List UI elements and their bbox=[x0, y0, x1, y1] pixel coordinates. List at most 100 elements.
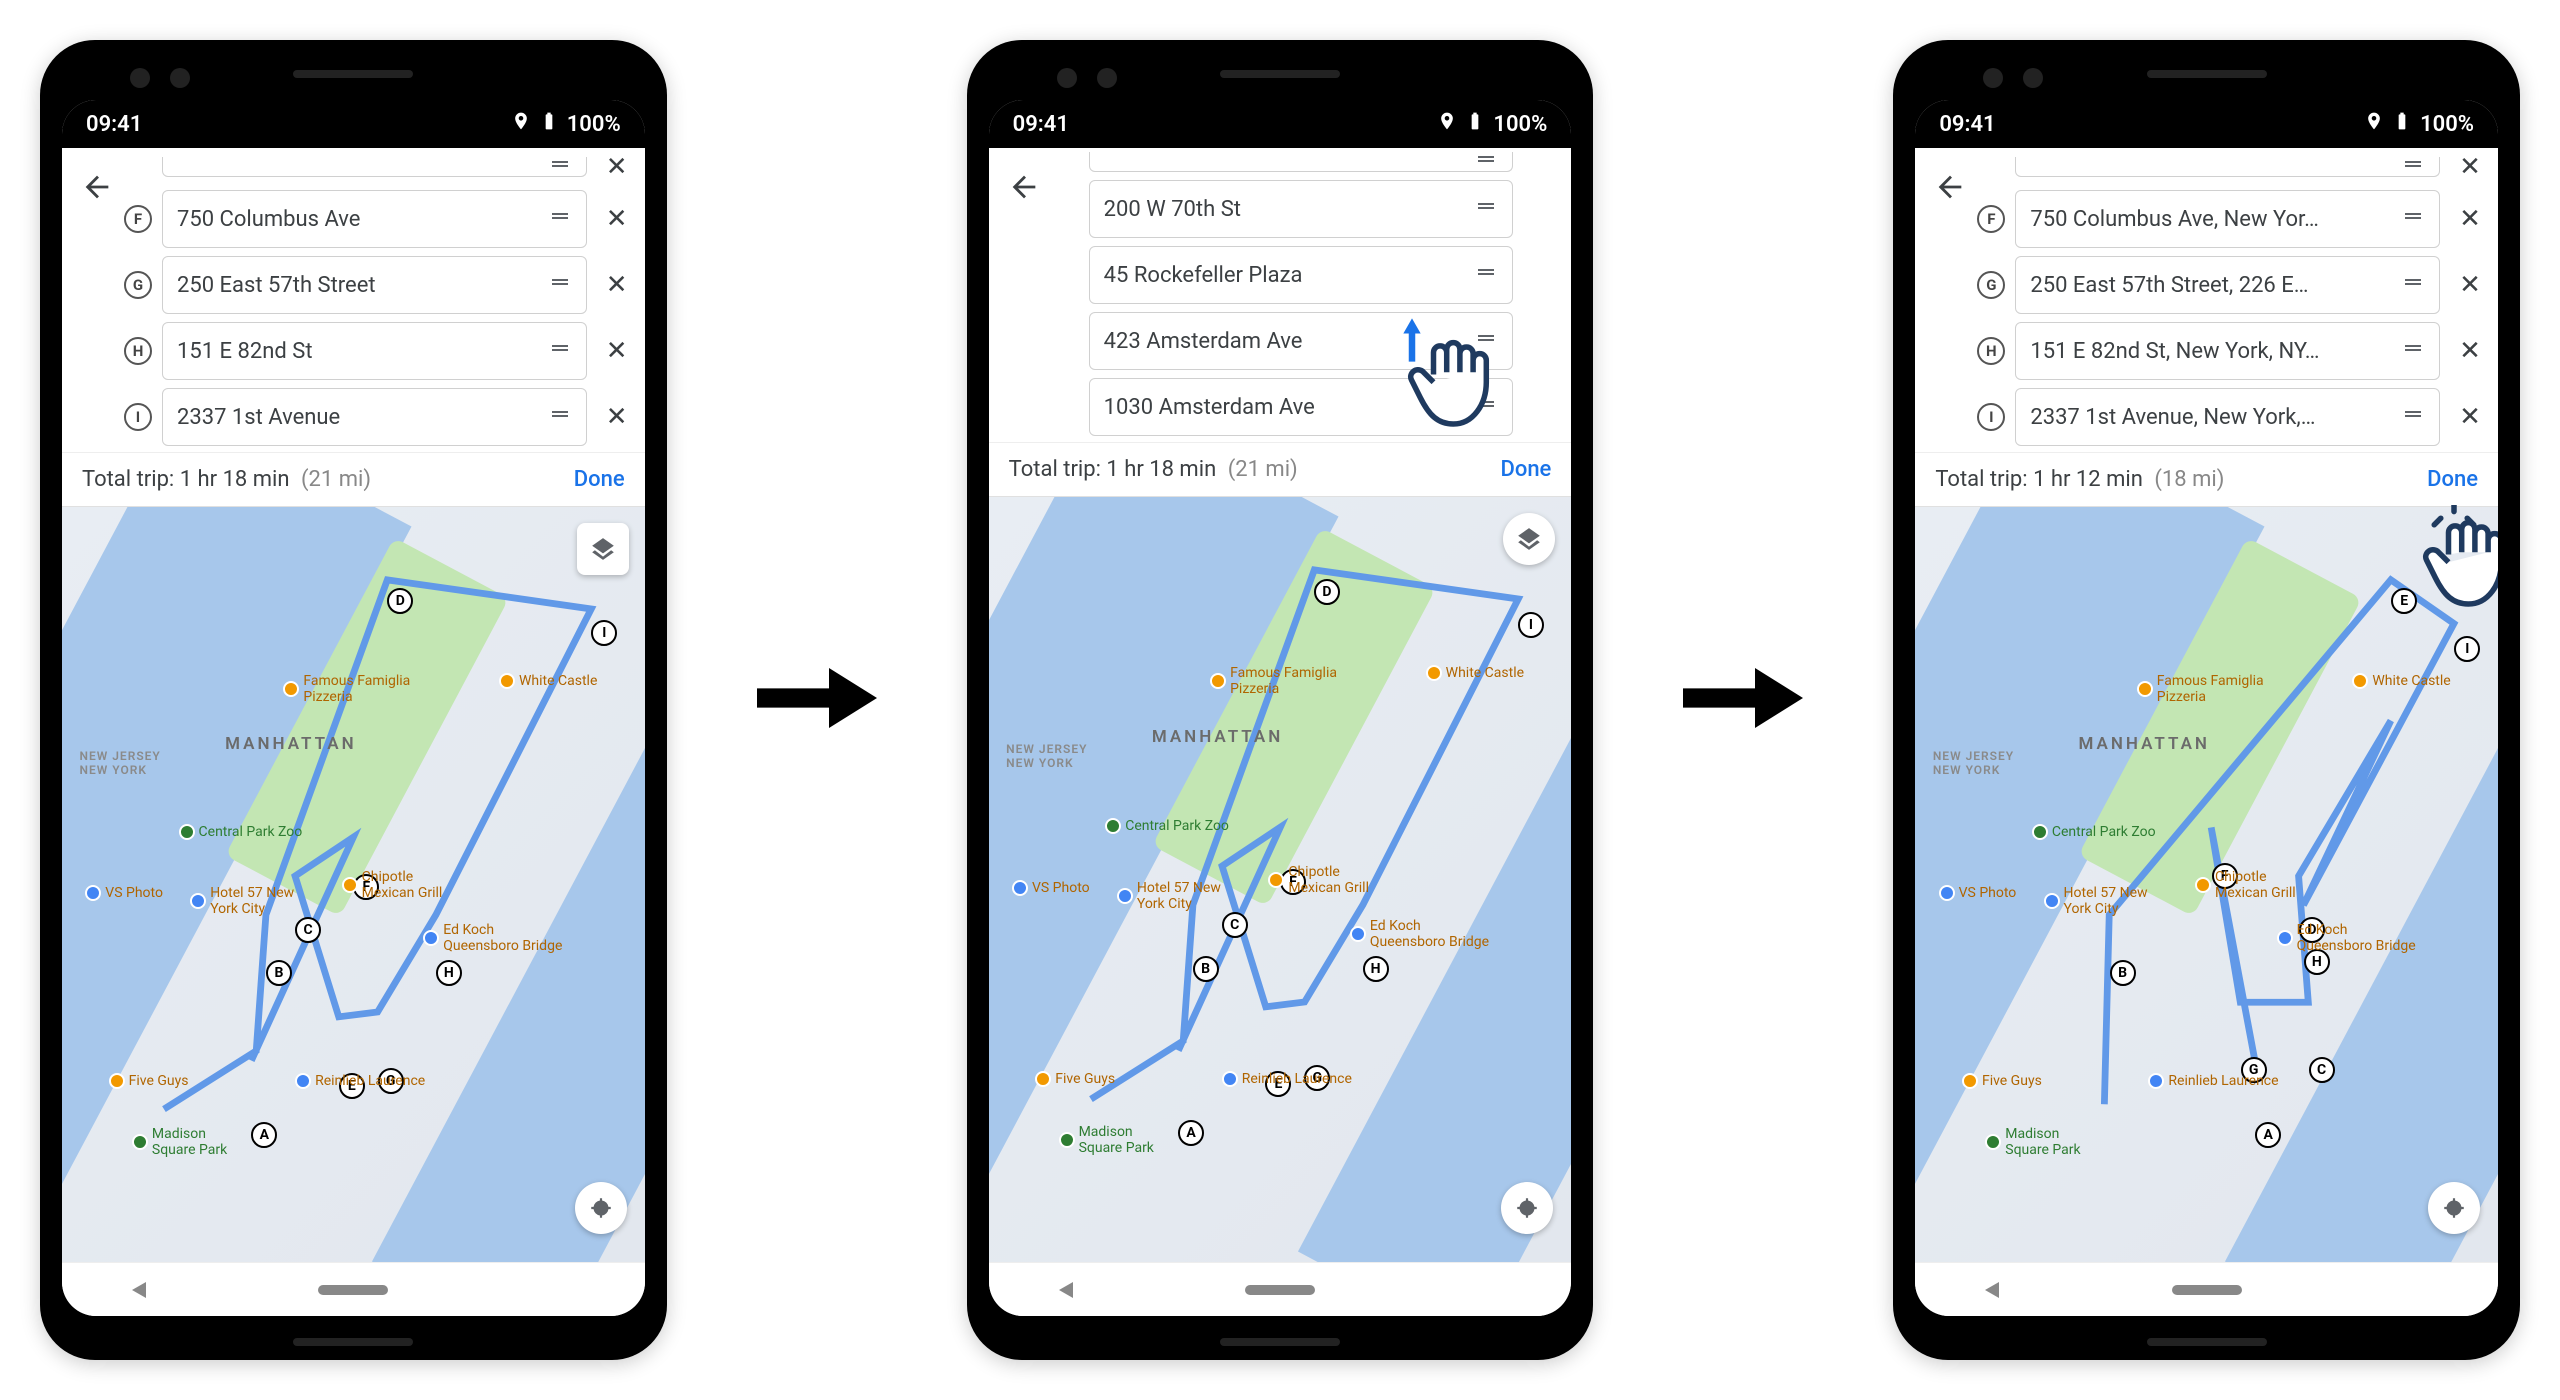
poi-fiveguys[interactable]: Five Guys bbox=[1962, 1073, 2042, 1089]
my-location-button[interactable] bbox=[575, 1182, 627, 1234]
back-icon[interactable] bbox=[80, 170, 114, 208]
map-pin-H[interactable]: H bbox=[436, 960, 462, 986]
remove-stop-icon[interactable]: ✕ bbox=[2450, 152, 2490, 182]
remove-stop-icon[interactable]: ✕ bbox=[597, 336, 637, 366]
poi-edkoch[interactable]: Ed Koch Queensboro Bridge bbox=[2277, 922, 2416, 954]
nav-back-icon[interactable] bbox=[1985, 1282, 1999, 1298]
stop-input[interactable]: 2337 1st Avenue bbox=[162, 388, 587, 446]
poi-chipotle[interactable]: Chipotle Mexican Grill bbox=[342, 869, 443, 901]
drag-handle-icon[interactable] bbox=[2401, 157, 2425, 177]
nav-back-icon[interactable] bbox=[132, 1282, 146, 1298]
stop-input[interactable] bbox=[162, 157, 587, 177]
poi-reinlieb[interactable]: Reinlieb Laurence bbox=[1222, 1071, 1352, 1087]
poi-cpzoo[interactable]: Central Park Zoo bbox=[179, 824, 303, 840]
my-location-button[interactable] bbox=[2428, 1182, 2480, 1234]
map-pin-H[interactable]: H bbox=[1363, 956, 1389, 982]
my-location-button[interactable] bbox=[1501, 1182, 1553, 1234]
stop-input[interactable]: 2337 1st Avenue, New York,… bbox=[2015, 388, 2440, 446]
drag-handle-icon[interactable] bbox=[2401, 204, 2425, 234]
poi-famous[interactable]: Famous Famiglia Pizzeria bbox=[283, 673, 410, 705]
nav-home-icon[interactable] bbox=[2172, 1285, 2242, 1295]
done-button[interactable]: Done bbox=[2427, 467, 2478, 492]
stop-input[interactable]: 250 East 57th Street, 226 E… bbox=[2015, 256, 2440, 314]
drag-handle-icon[interactable] bbox=[1474, 194, 1498, 224]
stop-input[interactable] bbox=[1089, 152, 1514, 172]
drag-handle-icon[interactable] bbox=[2401, 402, 2425, 432]
poi-madison[interactable]: Madison Square Park bbox=[1985, 1126, 2080, 1158]
drag-handle-icon[interactable] bbox=[1474, 392, 1498, 422]
remove-stop-icon[interactable]: ✕ bbox=[2450, 402, 2490, 432]
poi-hotel57[interactable]: Hotel 57 New York City bbox=[1117, 880, 1221, 912]
drag-handle-icon[interactable] bbox=[1474, 152, 1498, 172]
remove-stop-icon[interactable]: ✕ bbox=[597, 270, 637, 300]
drag-handle-icon[interactable] bbox=[548, 157, 572, 177]
poi-chipotle[interactable]: Chipotle Mexican Grill bbox=[2195, 869, 2296, 901]
poi-chipotle[interactable]: Chipotle Mexican Grill bbox=[1268, 864, 1369, 896]
stop-input[interactable]: 250 East 57th Street bbox=[162, 256, 587, 314]
poi-reinlieb[interactable]: Reinlieb Laurence bbox=[2148, 1073, 2278, 1089]
remove-stop-icon[interactable]: ✕ bbox=[597, 152, 637, 182]
remove-stop-icon[interactable]: ✕ bbox=[597, 402, 637, 432]
map-view[interactable]: ABCDEFGHIFamous Famiglia PizzeriaWhite C… bbox=[1915, 507, 2498, 1262]
map-pin-E[interactable]: E bbox=[2391, 588, 2417, 614]
nav-home-icon[interactable] bbox=[1245, 1285, 1315, 1295]
stop-input[interactable]: 151 E 82nd St, New York, NY… bbox=[2015, 322, 2440, 380]
stop-input[interactable]: 200 W 70th St bbox=[1089, 180, 1514, 238]
poi-vsphoto[interactable]: VS Photo bbox=[1939, 885, 2017, 901]
poi-fiveguys[interactable]: Five Guys bbox=[109, 1073, 189, 1089]
back-icon[interactable] bbox=[1933, 170, 1967, 208]
remove-stop-icon[interactable]: ✕ bbox=[597, 204, 637, 234]
map-view[interactable]: ABCDEFGHIFamous Famiglia PizzeriaWhite C… bbox=[62, 507, 645, 1262]
drag-handle-icon[interactable] bbox=[2401, 336, 2425, 366]
poi-madison[interactable]: Madison Square Park bbox=[1059, 1124, 1154, 1156]
drag-handle-icon[interactable] bbox=[1474, 260, 1498, 290]
nav-back-icon[interactable] bbox=[1059, 1282, 1073, 1298]
poi-edkoch[interactable]: Ed Koch Queensboro Bridge bbox=[1350, 918, 1489, 950]
stop-input[interactable] bbox=[2015, 157, 2440, 177]
done-button[interactable]: Done bbox=[1500, 457, 1551, 482]
remove-stop-icon[interactable]: ✕ bbox=[2450, 270, 2490, 300]
poi-cpzoo[interactable]: Central Park Zoo bbox=[1105, 818, 1229, 834]
drag-handle-icon[interactable] bbox=[1474, 326, 1498, 356]
drag-handle-icon[interactable] bbox=[548, 270, 572, 300]
poi-famous[interactable]: Famous Famiglia Pizzeria bbox=[1210, 665, 1337, 697]
stop-input[interactable]: 423 Amsterdam Ave bbox=[1089, 312, 1514, 370]
poi-vsphoto[interactable]: VS Photo bbox=[85, 885, 163, 901]
drag-handle-icon[interactable] bbox=[548, 204, 572, 234]
map-pin-C[interactable]: C bbox=[2309, 1057, 2335, 1083]
map-pin-C[interactable]: C bbox=[295, 917, 321, 943]
poi-reinlieb[interactable]: Reinlieb Laurence bbox=[295, 1073, 425, 1089]
stop-input[interactable]: 750 Columbus Ave bbox=[162, 190, 587, 248]
poi-hotel57[interactable]: Hotel 57 New York City bbox=[190, 885, 294, 917]
map-pin-D[interactable]: D bbox=[1314, 579, 1340, 605]
poi-famous[interactable]: Famous Famiglia Pizzeria bbox=[2137, 673, 2264, 705]
map-pin-B[interactable]: B bbox=[266, 960, 292, 986]
poi-cpzoo[interactable]: Central Park Zoo bbox=[2032, 824, 2156, 840]
poi-fiveguys[interactable]: Five Guys bbox=[1035, 1071, 1115, 1087]
remove-stop-icon[interactable]: ✕ bbox=[2450, 204, 2490, 234]
poi-edkoch[interactable]: Ed Koch Queensboro Bridge bbox=[423, 922, 562, 954]
poi-hotel57[interactable]: Hotel 57 New York City bbox=[2044, 885, 2148, 917]
stop-input[interactable]: 45 Rockefeller Plaza bbox=[1089, 246, 1514, 304]
poi-whitecastle[interactable]: White Castle bbox=[499, 673, 597, 689]
map-pin-B[interactable]: B bbox=[1193, 956, 1219, 982]
drag-handle-icon[interactable] bbox=[548, 336, 572, 366]
stop-input[interactable]: 151 E 82nd St bbox=[162, 322, 587, 380]
map-view[interactable]: ABCDEFGHIFamous Famiglia PizzeriaWhite C… bbox=[989, 497, 1572, 1262]
map-pin-I[interactable]: I bbox=[1518, 612, 1544, 638]
map-pin-A[interactable]: A bbox=[251, 1122, 277, 1148]
remove-stop-icon[interactable]: ✕ bbox=[2450, 336, 2490, 366]
stop-input[interactable]: 1030 Amsterdam Ave bbox=[1089, 378, 1514, 436]
back-icon[interactable] bbox=[1007, 170, 1041, 208]
map-pin-A[interactable]: A bbox=[1178, 1120, 1204, 1146]
drag-handle-icon[interactable] bbox=[2401, 270, 2425, 300]
poi-madison[interactable]: Madison Square Park bbox=[132, 1126, 227, 1158]
map-pin-C[interactable]: C bbox=[1222, 912, 1248, 938]
nav-home-icon[interactable] bbox=[318, 1285, 388, 1295]
poi-whitecastle[interactable]: White Castle bbox=[2352, 673, 2450, 689]
drag-handle-icon[interactable] bbox=[548, 402, 572, 432]
map-pin-B[interactable]: B bbox=[2110, 960, 2136, 986]
done-button[interactable]: Done bbox=[574, 467, 625, 492]
map-pin-A[interactable]: A bbox=[2255, 1122, 2281, 1148]
stop-input[interactable]: 750 Columbus Ave, New Yor… bbox=[2015, 190, 2440, 248]
